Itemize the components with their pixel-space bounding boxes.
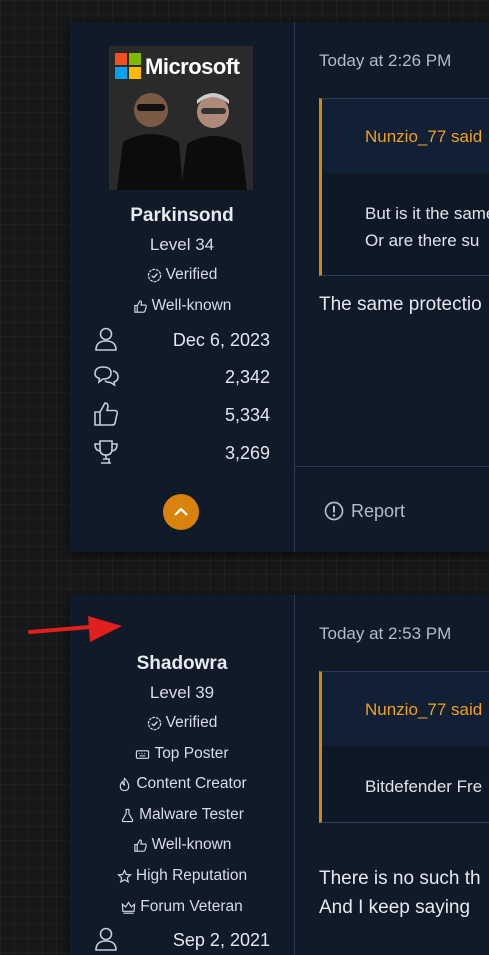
collapse-button[interactable] [163, 494, 199, 530]
badge-well-known: Well-known [70, 297, 294, 315]
badge-label: Verified [165, 714, 218, 731]
post-timestamp[interactable]: Today at 2:53 PM [319, 624, 451, 644]
quote-block: Nunzio_77 said But is it the same Or are… [319, 98, 489, 276]
post-content: Today at 2:53 PM Nunzio_77 said Bitdefen… [295, 595, 489, 955]
badge-high-reputation: High Reputation [70, 867, 294, 885]
quote-author[interactable]: Nunzio_77 said [365, 700, 482, 720]
crown-icon [121, 900, 136, 914]
stat-reactions: 5,334 [90, 400, 270, 430]
report-button[interactable]: Report [323, 500, 405, 522]
keyboard-icon [136, 749, 150, 759]
trophy-icon [94, 440, 118, 464]
badge-well-known: Well-known [70, 836, 294, 854]
thumbs-up-icon [133, 838, 147, 852]
badge-label: Well-known [151, 297, 232, 314]
stat-points: 3,269 [90, 438, 270, 468]
verified-icon [147, 268, 161, 282]
post-timestamp[interactable]: Today at 2:26 PM [319, 51, 451, 71]
user-sidebar: Shadowra Level 39 Verified Top Poster Co… [70, 595, 295, 955]
post-footer: Report [295, 466, 489, 521]
verified-icon [147, 716, 161, 730]
stat-value: Dec 6, 2023 [172, 330, 270, 350]
badge-content-creator: Content Creator [70, 775, 294, 793]
post-body-line: The same protectio [319, 294, 482, 315]
badge-label: Verified [165, 266, 218, 283]
quote-line: But is it the same [365, 204, 489, 223]
user-icon [95, 927, 117, 951]
badge-label: Well-known [151, 836, 232, 853]
report-label: Report [351, 500, 406, 521]
stat-value: 5,334 [224, 405, 270, 425]
quote-header: Nunzio_77 said [322, 99, 489, 173]
stat-value: 2,342 [224, 367, 270, 387]
badge-label: Malware Tester [139, 806, 244, 823]
user-level: Level 39 [149, 683, 215, 702]
badge-label: High Reputation [135, 867, 248, 884]
badge-label: Content Creator [136, 775, 247, 792]
quote-line: Or are there su [365, 231, 480, 250]
quote-header: Nunzio_77 said [322, 672, 489, 746]
comments-icon [94, 366, 119, 387]
badge-label: Top Poster [154, 745, 229, 762]
badge-verified: Verified [70, 266, 294, 284]
badge-verified: Verified [70, 714, 294, 732]
username[interactable]: Parkinsond [70, 205, 294, 227]
post-body-line: And I keep saying [319, 897, 471, 918]
thumbs-up-icon [94, 402, 119, 426]
chevron-up-icon [174, 507, 188, 516]
user-icon [95, 327, 117, 351]
quote-line: Bitdefender Fre [365, 777, 483, 796]
username[interactable]: Shadowra [70, 653, 294, 675]
stat-messages: 2,342 [90, 362, 270, 392]
avatar-photo [117, 93, 247, 190]
quote-block: Nunzio_77 said Bitdefender Fre [319, 671, 489, 823]
badge-forum-veteran: Forum Veteran [70, 898, 294, 916]
badge-top-poster: Top Poster [70, 745, 294, 763]
thumbs-up-icon [133, 299, 147, 313]
user-level: Level 34 [149, 235, 215, 254]
flame-icon [120, 776, 130, 791]
quote-author[interactable]: Nunzio_77 said [365, 127, 482, 147]
stat-joined: Sep 2, 2021 [90, 925, 270, 955]
annotation-arrow-icon [28, 616, 122, 642]
badge-malware-tester: Malware Tester [70, 806, 294, 824]
stat-value: Sep 2, 2021 [172, 930, 270, 950]
post-content: Today at 2:26 PM Nunzio_77 said But is i… [295, 22, 489, 552]
post: Microsoft Parkinsond Level 34 Verified W… [70, 22, 489, 552]
badge-label: Forum Veteran [140, 898, 243, 915]
user-sidebar: Microsoft Parkinsond Level 34 Verified W… [70, 22, 295, 552]
avatar[interactable]: Microsoft [109, 46, 253, 190]
alert-circle-icon [324, 501, 344, 521]
post: Shadowra Level 39 Verified Top Poster Co… [70, 595, 489, 955]
stat-value: 3,269 [224, 443, 270, 463]
star-icon [116, 868, 132, 883]
stat-joined: Dec 6, 2023 [90, 325, 270, 355]
flask-icon [121, 808, 134, 822]
post-body-line: There is no such th [319, 868, 481, 889]
